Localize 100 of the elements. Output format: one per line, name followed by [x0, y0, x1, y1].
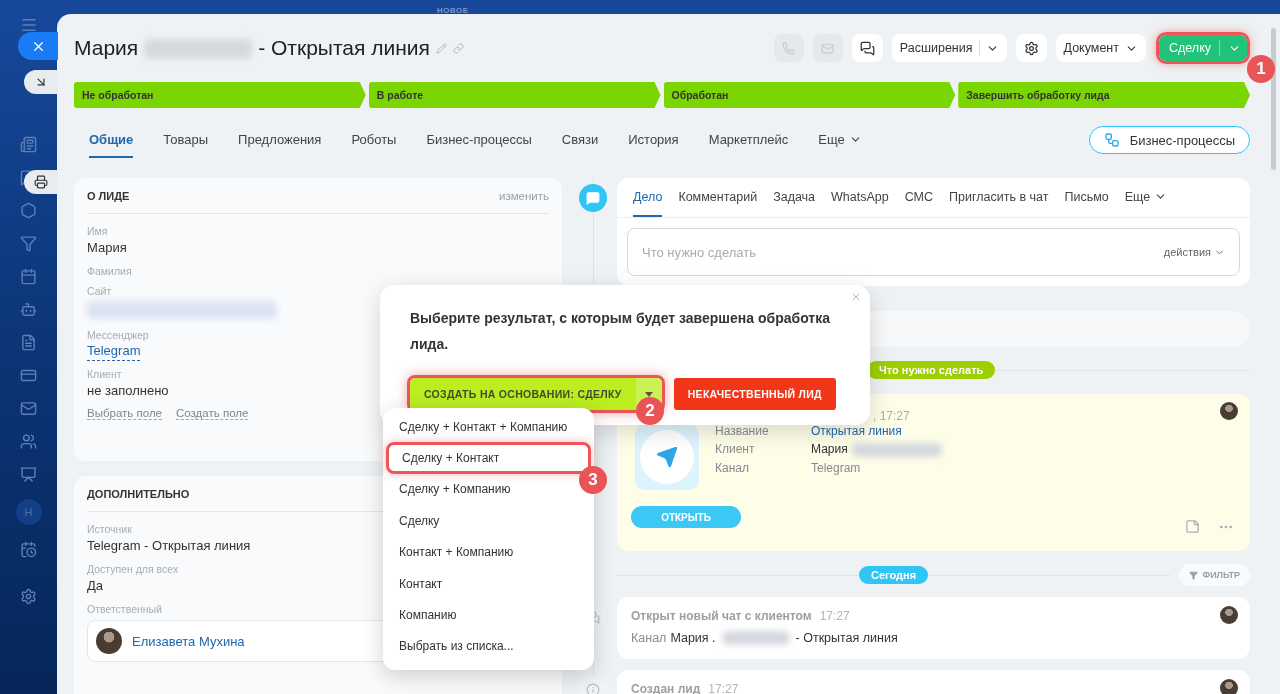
paper-plane-icon — [656, 446, 678, 468]
scrollbar[interactable] — [1271, 28, 1276, 170]
tab[interactable]: Общие — [89, 122, 134, 158]
tab[interactable]: Предложения — [238, 122, 322, 158]
field-label: Фамилия — [87, 264, 132, 278]
document-icon[interactable] — [20, 334, 37, 351]
avatar — [1220, 606, 1238, 624]
todo-input[interactable]: Что нужно сделать действия — [627, 228, 1240, 276]
field-label: Клиент — [715, 442, 756, 457]
menu-item[interactable]: Контакт + Компанию — [399, 536, 514, 568]
close-button[interactable] — [18, 32, 58, 60]
menu-item[interactable]: Сделку + Контакт + Компанию — [399, 411, 568, 443]
event-time: 17:27 — [819, 609, 850, 623]
printer-icon — [34, 175, 48, 189]
stage-step[interactable]: Не обработан — [74, 82, 366, 108]
close-icon[interactable] — [850, 291, 862, 303]
minimize-button[interactable] — [24, 70, 58, 94]
popup-message: Выберите результат, с которым будет завершена обработка лида. — [410, 309, 831, 354]
field-link[interactable]: Выбрать поле — [87, 407, 162, 420]
tab[interactable]: История — [628, 122, 679, 158]
field-value: Telegram — [811, 460, 862, 475]
tab[interactable]: Маркетплейс — [708, 122, 789, 158]
tab[interactable]: Роботы — [351, 122, 397, 158]
document-button[interactable]: Документ — [1055, 34, 1146, 62]
messenger-link[interactable]: Telegram — [87, 342, 141, 361]
card-title: ДОПОЛНИТЕЛЬНО — [87, 487, 190, 500]
settings-button[interactable] — [1015, 34, 1047, 62]
tab[interactable]: Бизнес-процессы — [426, 122, 532, 158]
field-value: Мария — [87, 239, 127, 257]
event-text: Канал Мария . - Открытая линия — [631, 631, 899, 645]
date-label: Сегодня — [858, 566, 929, 584]
tab[interactable]: Связи — [561, 122, 599, 158]
mail-icon[interactable] — [20, 400, 37, 417]
card-icon[interactable] — [20, 367, 37, 384]
field-link[interactable]: Создать поле — [176, 407, 249, 420]
mail-icon — [821, 41, 835, 55]
avatar — [96, 628, 122, 654]
funnel-icon[interactable] — [20, 235, 37, 252]
stage-step[interactable]: В работе — [368, 82, 661, 108]
field-value: не заполнено — [87, 382, 169, 400]
field-label: Мессенджер — [87, 328, 149, 342]
stage-step[interactable]: Обработан — [663, 82, 956, 108]
pencil-icon[interactable] — [435, 42, 447, 54]
top-label: НОВОЕ — [437, 6, 469, 15]
tab[interactable]: Еще — [818, 122, 862, 158]
business-processes-button[interactable]: Бизнес-процессы — [1088, 126, 1250, 154]
stage-step[interactable]: Завершить обработку лида — [958, 82, 1250, 108]
field-value: Мария — [811, 442, 942, 457]
field-value: Да — [87, 577, 104, 595]
field-value[interactable]: Открытая линия — [811, 424, 942, 438]
page-title: Мария - Открытая линия — [74, 36, 430, 60]
field-label: Клиент — [87, 367, 122, 381]
activity-tab[interactable]: Дело — [633, 178, 663, 217]
activity-tab[interactable]: Пригласить в чат — [949, 178, 1049, 217]
menu-item[interactable]: Сделку + Компанию — [399, 473, 511, 506]
field-label: Ответственный — [87, 602, 162, 616]
chat-button[interactable] — [851, 34, 883, 62]
actions-dropdown[interactable]: действия — [1163, 246, 1225, 258]
menu-item[interactable]: Контакт — [399, 567, 443, 600]
menu-item[interactable]: Сделку + Контакт — [386, 442, 591, 474]
activity-tab[interactable]: WhatsApp — [831, 178, 889, 217]
field-value: Telegram - Открытая линия — [87, 537, 251, 555]
field-label: Сайт — [87, 284, 112, 298]
avatar — [1220, 679, 1238, 694]
extensions-button[interactable]: Расширения — [891, 34, 1007, 62]
activity-tab[interactable]: Письмо — [1064, 178, 1109, 217]
field-label: Имя — [87, 224, 108, 238]
activity-tab[interactable]: Задача — [773, 178, 816, 217]
settings-icon[interactable] — [20, 588, 37, 605]
phone-icon — [782, 41, 796, 55]
event-time: 17:27 — [708, 682, 739, 694]
menu-item[interactable]: Выбрать из списка... — [399, 630, 514, 663]
robot-icon[interactable] — [20, 301, 37, 318]
activity-tab[interactable]: Комментарий — [678, 178, 758, 217]
field-label: Канал — [715, 460, 750, 475]
presentation-icon[interactable] — [20, 466, 37, 483]
hexagon-icon[interactable] — [20, 202, 37, 219]
calendar-icon[interactable] — [20, 541, 37, 558]
section-label: Что нужно сделать — [867, 361, 996, 379]
users-icon[interactable] — [20, 433, 37, 450]
link-icon[interactable] — [452, 42, 464, 54]
card-title: О ЛИДЕ — [87, 189, 130, 202]
menu-item[interactable]: Сделку — [399, 505, 440, 537]
newspaper-icon[interactable] — [20, 136, 37, 153]
print-button[interactable] — [24, 170, 58, 194]
workflow-icon — [1103, 132, 1120, 148]
activity-icon — [579, 184, 607, 212]
tab[interactable]: Товары — [163, 122, 209, 158]
funnel-icon — [1189, 570, 1199, 580]
field-label: Название — [715, 424, 770, 438]
reject-button[interactable]: НЕКАЧЕСТВЕННЫЙ ЛИД — [673, 378, 836, 410]
time-label: , 17:27 — [873, 409, 910, 423]
activity-tab[interactable]: Еще — [1124, 178, 1168, 217]
avatar — [1220, 402, 1238, 420]
note-icon[interactable] — [1185, 519, 1200, 534]
menu-icon[interactable] — [19, 16, 38, 34]
activity-tab[interactable]: СМС — [904, 178, 934, 217]
field-label: Доступен для всех — [87, 562, 179, 576]
user-name[interactable]: Елизавета Мухина — [132, 633, 245, 649]
calendar-icon[interactable] — [20, 268, 37, 285]
